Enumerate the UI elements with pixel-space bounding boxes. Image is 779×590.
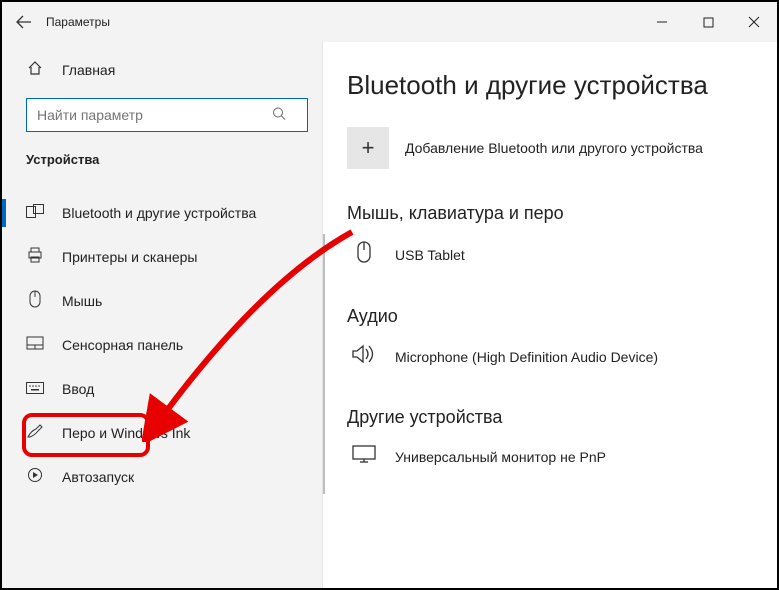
add-device-row[interactable]: + Добавление Bluetooth или другого устро… <box>347 127 759 169</box>
add-device-button[interactable]: + <box>347 127 389 169</box>
devices-icon <box>26 204 44 222</box>
sidebar-item-touchpad[interactable]: Сенсорная панель <box>2 323 322 367</box>
sidebar-item-typing[interactable]: Ввод <box>2 367 322 411</box>
monitor-device-icon <box>351 444 377 470</box>
sidebar-item-label: Ввод <box>62 381 310 397</box>
minimize-icon <box>656 16 668 28</box>
section-heading: Мышь, клавиатура и перо <box>347 203 759 224</box>
device-row[interactable]: Microphone (High Definition Audio Device… <box>347 337 759 397</box>
close-button[interactable] <box>731 2 777 42</box>
add-device-label: Добавление Bluetooth или другого устройс… <box>405 140 703 156</box>
section-heading: Другие устройства <box>347 407 759 428</box>
sidebar-item-label: Перо и Windows Ink <box>62 425 310 441</box>
sidebar-item-bluetooth[interactable]: Bluetooth и другие устройства <box>2 191 322 235</box>
sidebar-item-label: Bluetooth и другие устройства <box>62 205 310 221</box>
sidebar-item-label: Принтеры и сканеры <box>62 249 310 265</box>
maximize-button[interactable] <box>685 2 731 42</box>
search-input[interactable] <box>26 98 308 132</box>
sidebar-item-label: Мышь <box>62 293 310 309</box>
page-title: Bluetooth и другие устройства <box>347 70 759 101</box>
autoplay-icon <box>26 467 44 487</box>
sidebar: Главная Устройства Bluetooth и другие ус… <box>2 42 322 588</box>
audio-device-icon <box>351 343 377 371</box>
printer-icon <box>26 247 44 267</box>
mouse-device-icon <box>351 240 377 270</box>
sidebar-item-label: Сенсорная панель <box>62 337 310 353</box>
scroll-indicator <box>323 234 325 494</box>
sidebar-item-label: Автозапуск <box>62 469 310 485</box>
content-pane: Bluetooth и другие устройства + Добавлен… <box>322 42 777 588</box>
back-arrow-icon <box>16 14 32 30</box>
home-icon <box>26 60 44 80</box>
titlebar: Параметры <box>2 2 777 42</box>
sidebar-item-printers[interactable]: Принтеры и сканеры <box>2 235 322 279</box>
close-icon <box>748 16 760 28</box>
section-heading: Аудио <box>347 306 759 327</box>
device-name: Универсальный монитор не PnP <box>395 449 606 465</box>
sidebar-item-pen[interactable]: Перо и Windows Ink <box>2 411 322 455</box>
device-name: Microphone (High Definition Audio Device… <box>395 349 658 365</box>
maximize-icon <box>703 17 714 28</box>
mouse-icon <box>26 290 44 312</box>
keyboard-icon <box>26 381 44 398</box>
sidebar-item-mouse[interactable]: Мышь <box>2 279 322 323</box>
touchpad-icon <box>26 336 44 354</box>
window-title: Параметры <box>46 15 110 29</box>
search-icon <box>272 107 286 124</box>
device-name: USB Tablet <box>395 247 465 263</box>
plus-icon: + <box>362 135 375 161</box>
sidebar-nav: Bluetooth и другие устройства Принтеры и… <box>2 191 322 499</box>
device-row[interactable]: Универсальный монитор не PnP <box>347 438 759 496</box>
body: Главная Устройства Bluetooth и другие ус… <box>2 42 777 588</box>
device-row[interactable]: USB Tablet <box>347 234 759 296</box>
search-container <box>2 88 322 146</box>
settings-window: Параметры Главная <box>0 0 779 590</box>
sidebar-category: Устройства <box>2 146 322 173</box>
minimize-button[interactable] <box>639 2 685 42</box>
pen-icon <box>26 423 44 443</box>
sidebar-item-autoplay[interactable]: Автозапуск <box>2 455 322 499</box>
back-button[interactable] <box>2 2 46 42</box>
sidebar-home[interactable]: Главная <box>2 52 322 88</box>
window-controls <box>639 2 777 42</box>
sidebar-home-label: Главная <box>62 62 115 78</box>
